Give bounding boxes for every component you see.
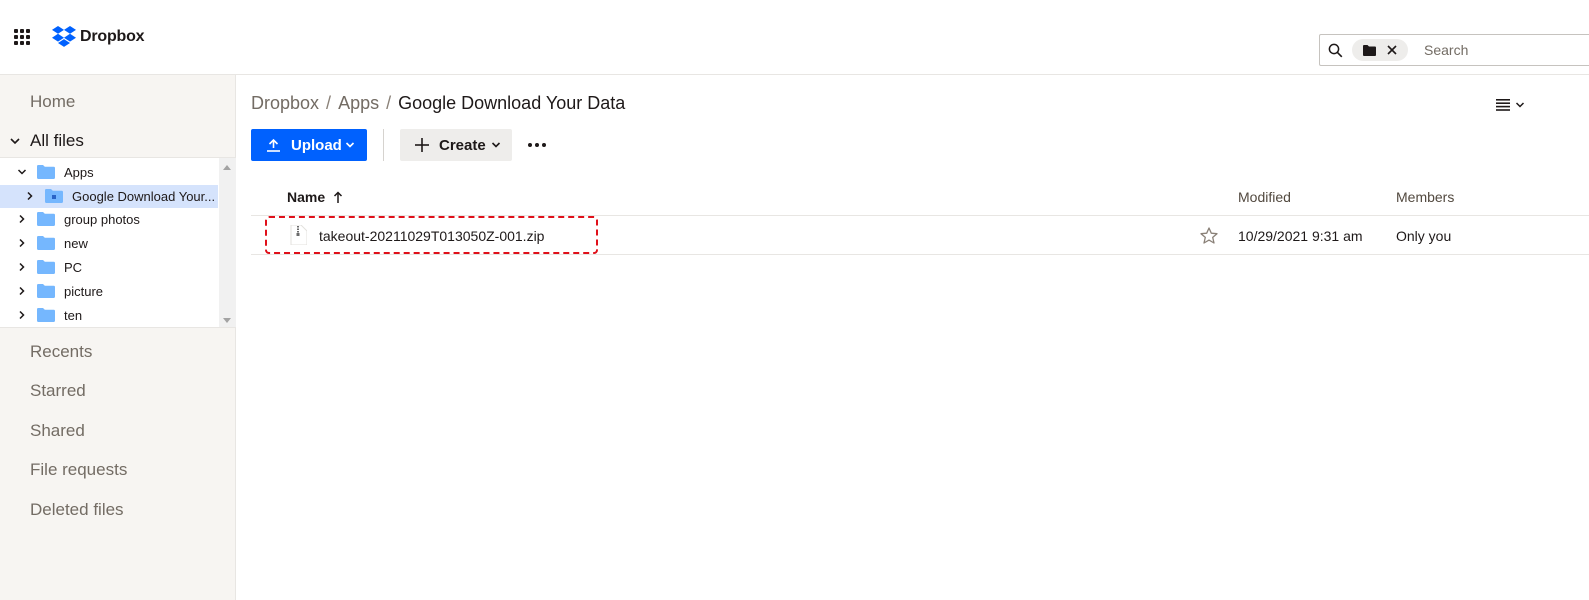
search-bar[interactable] — [1319, 34, 1589, 66]
folder-icon — [37, 236, 55, 250]
breadcrumb-apps[interactable]: Apps — [338, 93, 379, 113]
folder-icon — [37, 308, 55, 322]
list-view-icon — [1496, 99, 1510, 111]
tree-item-label: Apps — [64, 165, 94, 180]
tree-item-new[interactable]: new — [0, 232, 218, 255]
star-icon[interactable] — [1200, 227, 1218, 244]
create-button[interactable]: Create — [400, 129, 512, 161]
chevron-right-icon[interactable] — [25, 191, 35, 201]
tree-item-google-download[interactable]: Google Download Your... — [0, 185, 218, 208]
folder-icon — [37, 165, 55, 179]
chevron-down-icon[interactable] — [9, 135, 21, 147]
folder-icon — [1363, 44, 1377, 56]
chevron-down-icon — [1515, 102, 1525, 108]
sidebar: Home All files Apps Google Download Your… — [0, 75, 236, 600]
breadcrumb-separator: / — [326, 93, 332, 113]
column-header-modified[interactable]: Modified — [1238, 189, 1291, 205]
more-dot — [528, 143, 532, 147]
folder-icon — [37, 284, 55, 298]
nav-home[interactable]: Home — [30, 92, 75, 112]
tree-item-label: ten — [64, 308, 83, 323]
tree-item-label: picture — [64, 284, 104, 299]
tree-item-label: Google Download Your... — [72, 189, 216, 204]
tree-item-group-photos[interactable]: group photos — [0, 208, 218, 231]
plus-icon — [415, 138, 429, 152]
app-folder-icon — [45, 189, 63, 203]
folder-tree: Apps Google Download Your... group photo… — [0, 157, 236, 328]
column-header-name-label: Name — [287, 189, 326, 205]
breadcrumb-root[interactable]: Dropbox — [251, 93, 319, 113]
scroll-down-arrow[interactable] — [223, 318, 231, 323]
tree-item-picture[interactable]: picture — [0, 280, 218, 303]
tree-scrollbar[interactable] — [219, 158, 236, 327]
app-grid-icon[interactable] — [14, 29, 30, 45]
scroll-up-arrow[interactable] — [223, 165, 231, 170]
breadcrumb: Dropbox / Apps / Google Download Your Data — [251, 93, 625, 114]
more-options-button[interactable] — [526, 133, 548, 157]
tree-item-label: PC — [64, 260, 83, 275]
nav-shared[interactable]: Shared — [30, 421, 85, 441]
table-row[interactable]: takeout-20211029T013050Z-001.zip 10/29/2… — [251, 216, 1589, 255]
create-label: Create — [439, 137, 486, 154]
zip-file-icon — [290, 225, 307, 245]
toolbar-divider — [383, 129, 384, 161]
chevron-right-icon[interactable] — [17, 262, 27, 272]
top-bar: Dropbox — [0, 0, 1589, 75]
more-dot — [542, 143, 546, 147]
column-header-members: Members — [1396, 189, 1455, 205]
file-members: Only you — [1396, 228, 1452, 244]
view-mode-toggle[interactable] — [1496, 95, 1532, 115]
main-content: Dropbox / Apps / Google Download Your Data U… — [236, 75, 1589, 600]
upload-icon — [267, 138, 280, 152]
nav-recents[interactable]: Recents — [30, 342, 92, 362]
upload-label: Upload — [291, 137, 342, 154]
close-icon[interactable] — [1387, 45, 1397, 55]
chevron-right-icon[interactable] — [17, 214, 27, 224]
folder-icon — [37, 260, 55, 274]
tree-item-label: new — [64, 236, 88, 251]
sort-ascending-icon — [334, 191, 343, 203]
tree-item-pc[interactable]: PC — [0, 256, 218, 279]
nav-file-requests[interactable]: File requests — [30, 460, 127, 480]
folder-icon — [37, 212, 55, 226]
column-header-name[interactable]: Name — [287, 189, 343, 205]
file-name[interactable]: takeout-20211029T013050Z-001.zip — [319, 228, 544, 244]
chevron-right-icon[interactable] — [17, 310, 27, 320]
nav-starred[interactable]: Starred — [30, 381, 86, 401]
file-modified: 10/29/2021 9:31 am — [1238, 228, 1363, 244]
page-title: Google Download Your Data — [398, 93, 626, 113]
tree-item-label: group photos — [64, 212, 140, 227]
search-input[interactable] — [1424, 42, 1574, 58]
dropbox-logo[interactable]: Dropbox — [52, 24, 145, 50]
search-icon[interactable] — [1320, 35, 1350, 65]
chevron-down-icon[interactable] — [17, 167, 27, 177]
nav-all-files[interactable]: All files — [30, 131, 84, 151]
chevron-down-icon — [491, 142, 501, 148]
logo-text: Dropbox — [80, 28, 145, 45]
chevron-down-icon — [345, 142, 355, 148]
tree-item-apps[interactable]: Apps — [0, 161, 218, 184]
chevron-right-icon[interactable] — [17, 286, 27, 296]
search-scope-chip[interactable] — [1352, 39, 1408, 61]
chevron-right-icon[interactable] — [17, 238, 27, 248]
breadcrumb-separator: / — [386, 93, 392, 113]
table-header: Name Modified Members — [251, 180, 1589, 216]
nav-deleted-files[interactable]: Deleted files — [30, 500, 124, 520]
dropbox-logo-icon — [52, 26, 76, 47]
more-dot — [535, 143, 539, 147]
tree-item-ten[interactable]: ten — [0, 304, 218, 327]
upload-button[interactable]: Upload — [251, 129, 367, 161]
